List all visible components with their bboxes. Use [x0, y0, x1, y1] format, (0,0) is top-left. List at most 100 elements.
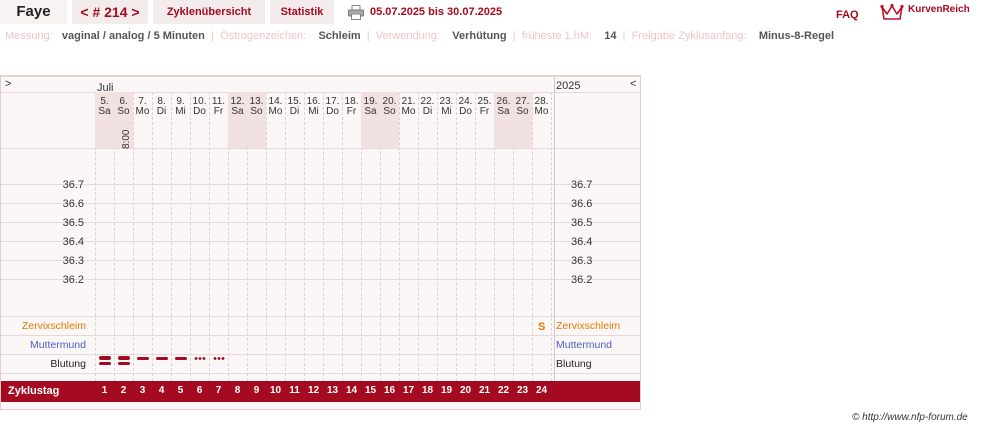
cycle-day-number[interactable]: 21	[475, 385, 494, 396]
day-weekday: Fr	[213, 106, 224, 117]
bleeding-heavy-marker[interactable]	[117, 356, 130, 365]
cycle-day-label: Zyklustag	[8, 385, 60, 397]
day-grid-line	[437, 92, 438, 381]
cycle-day-number[interactable]: 10	[266, 385, 285, 396]
cycle-day-number[interactable]: 6	[190, 385, 209, 396]
date-range: 05.07.2025 bis 30.07.2025	[370, 6, 503, 18]
cycle-day-number[interactable]: 9	[247, 385, 266, 396]
cycle-day-number[interactable]: 8	[228, 385, 247, 396]
cycle-day-number[interactable]: 19	[437, 385, 456, 396]
cycle-day-number[interactable]: 5	[171, 385, 190, 396]
kurvenreich-logo-icon[interactable]	[880, 3, 904, 21]
cervix-mark[interactable]: S	[538, 321, 545, 333]
separator: |	[619, 30, 629, 42]
cervix-row-label-right: Zervixschleim	[556, 320, 621, 332]
cervix-position-label-right: Muttermund	[556, 339, 613, 351]
temp-label: 36.5	[62, 217, 84, 229]
temp-label-right: 36.5	[571, 217, 593, 229]
day-grid-line	[323, 92, 324, 381]
cycle-settings-line: Messung: vaginal / analog / 5 Minuten | …	[5, 30, 834, 42]
bleeding-heavy-marker[interactable]	[98, 356, 111, 365]
month-label: Juli	[97, 82, 114, 94]
grid-line	[1, 316, 640, 317]
separator: |	[509, 30, 519, 42]
day-grid-line	[133, 92, 134, 381]
temp-label-right: 36.6	[571, 198, 593, 210]
day-weekday: So	[516, 106, 529, 117]
day-weekday: Sa	[231, 106, 244, 117]
temp-label: 36.4	[62, 236, 84, 248]
cycle-day-number[interactable]: 22	[494, 385, 513, 396]
usage-label: Verwendung:	[375, 30, 440, 42]
earliest-value: 14	[604, 30, 617, 42]
cycle-day-number[interactable]: 4	[152, 385, 171, 396]
nav-next-button[interactable]: <	[630, 78, 636, 90]
year-label: 2025	[556, 80, 581, 92]
temp-label-right: 36.4	[571, 236, 593, 248]
cycle-day-number[interactable]: 13	[323, 385, 342, 396]
day-weekday: Mo	[268, 106, 283, 117]
day-grid-line	[418, 92, 419, 381]
day-weekday: Sa	[364, 106, 377, 117]
day-weekday: So	[250, 106, 263, 117]
bleeding-medium-marker[interactable]	[155, 357, 168, 360]
grid-line	[1, 279, 640, 280]
cycle-day-number[interactable]: 17	[399, 385, 418, 396]
day-weekday: Mo	[135, 106, 150, 117]
cycle-day-number[interactable]: 24	[532, 385, 551, 396]
cycle-day-number[interactable]: 11	[285, 385, 304, 396]
cervix-row-label: Zervixschleim	[21, 320, 86, 332]
day-weekday: Di	[156, 106, 167, 117]
day-grid-line	[152, 92, 153, 381]
printer-icon[interactable]	[348, 5, 364, 20]
faq-link[interactable]: FAQ	[836, 9, 859, 21]
user-name: Faye	[0, 0, 67, 24]
cycle-day-number[interactable]: 23	[513, 385, 532, 396]
cycle-day-number[interactable]: 18	[418, 385, 437, 396]
grid-line	[1, 203, 640, 204]
grid-line	[1, 241, 640, 242]
earliest-label: früheste 1.hM:	[521, 30, 593, 42]
logo-text[interactable]: KurvenReich	[908, 4, 970, 15]
temp-label: 36.6	[62, 198, 84, 210]
cycle-navigator[interactable]: < # 214 >	[72, 0, 148, 24]
cycle-day-number[interactable]: 14	[342, 385, 361, 396]
tab-statistics[interactable]: Statistik	[270, 0, 334, 24]
day-weekday: Mo	[534, 106, 549, 117]
bleeding-light-marker[interactable]	[212, 357, 225, 360]
cycle-day-number[interactable]: 3	[133, 385, 152, 396]
bleeding-medium-marker[interactable]	[136, 357, 149, 360]
grid-line	[1, 260, 640, 261]
cycle-day-number[interactable]: 7	[209, 385, 228, 396]
day-weekday: Do	[459, 106, 472, 117]
day-weekday: Fr	[346, 106, 357, 117]
release-label: Freigabe Zyklusanfang:	[631, 30, 747, 42]
temp-label-right: 36.2	[571, 274, 593, 286]
day-grid-line	[304, 92, 305, 381]
day-grid-line	[171, 92, 172, 381]
bleeding-medium-marker[interactable]	[174, 357, 187, 360]
day-weekday: Mi	[441, 106, 452, 117]
cycle-day-number[interactable]: 20	[456, 385, 475, 396]
day-grid-line	[532, 92, 533, 381]
cervix-position-label: Muttermund	[29, 339, 86, 351]
separator: |	[207, 30, 217, 42]
nav-prev-button[interactable]: >	[5, 78, 11, 90]
bleeding-light-marker[interactable]	[193, 357, 206, 360]
estrogen-value: Schleim	[318, 30, 361, 42]
day-weekday: So	[117, 106, 130, 117]
cycle-day-number[interactable]: 1	[95, 385, 114, 396]
estrogen-label: Östrogenzeichen:	[220, 30, 307, 42]
grid-line	[1, 76, 640, 77]
grid-line	[1, 373, 640, 374]
cycle-day-number[interactable]: 15	[361, 385, 380, 396]
cycle-day-number[interactable]: 12	[304, 385, 323, 396]
usage-value: Verhütung	[452, 30, 507, 42]
day-grid-line	[285, 92, 286, 381]
grid-line	[1, 184, 640, 185]
bleeding-row-label: Blutung	[50, 358, 86, 370]
cycle-day-number[interactable]: 16	[380, 385, 399, 396]
cycle-day-number[interactable]: 2	[114, 385, 133, 396]
copyright: © http://www.nfp-forum.de	[852, 412, 968, 423]
tab-cycle-overview[interactable]: Zyklenübersicht	[153, 0, 265, 24]
